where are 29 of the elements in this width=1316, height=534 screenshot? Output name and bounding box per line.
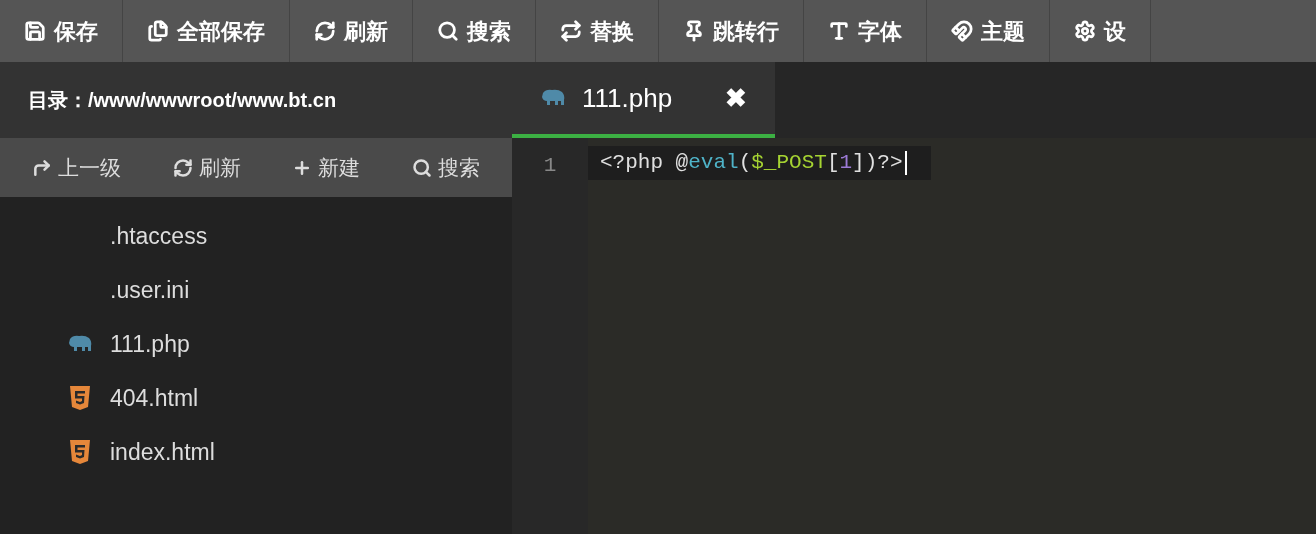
search-icon — [437, 20, 459, 42]
file-item[interactable]: 404.html — [0, 371, 512, 425]
arrow-icon — [32, 157, 52, 178]
file-item[interactable]: .user.ini — [0, 263, 512, 317]
repeat-icon — [560, 20, 582, 42]
files-icon — [147, 20, 169, 42]
pin-icon — [683, 20, 705, 42]
html5-icon — [69, 439, 91, 465]
sidebar-action-button[interactable]: 上一级 — [32, 151, 121, 184]
elephant-icon — [67, 335, 93, 353]
editor-tab[interactable]: 111.php ✖ — [512, 62, 775, 138]
sidebar-action-button[interactable]: 刷新 — [172, 151, 241, 184]
file-item[interactable]: index.html — [0, 425, 512, 479]
line-number: 1 — [543, 153, 557, 179]
magnet-icon — [951, 20, 973, 42]
refresh-icon — [172, 157, 193, 178]
search-icon — [411, 157, 432, 178]
settings-icon — [1074, 20, 1096, 42]
elephant-icon — [540, 89, 566, 107]
sidebar-action-button[interactable]: 搜索 — [411, 151, 480, 184]
directory-path: 目录：/www/wwwroot/www.bt.cn — [28, 88, 337, 113]
refresh-icon — [314, 20, 336, 42]
html5-icon — [69, 385, 91, 411]
text-icon — [828, 20, 850, 42]
file-item[interactable]: .htaccess — [0, 209, 512, 263]
file-item[interactable]: 111.php — [0, 317, 512, 371]
save-icon — [24, 20, 46, 42]
sidebar-action-button[interactable]: 新建 — [292, 151, 361, 184]
close-button[interactable]: ✖ — [725, 78, 747, 118]
